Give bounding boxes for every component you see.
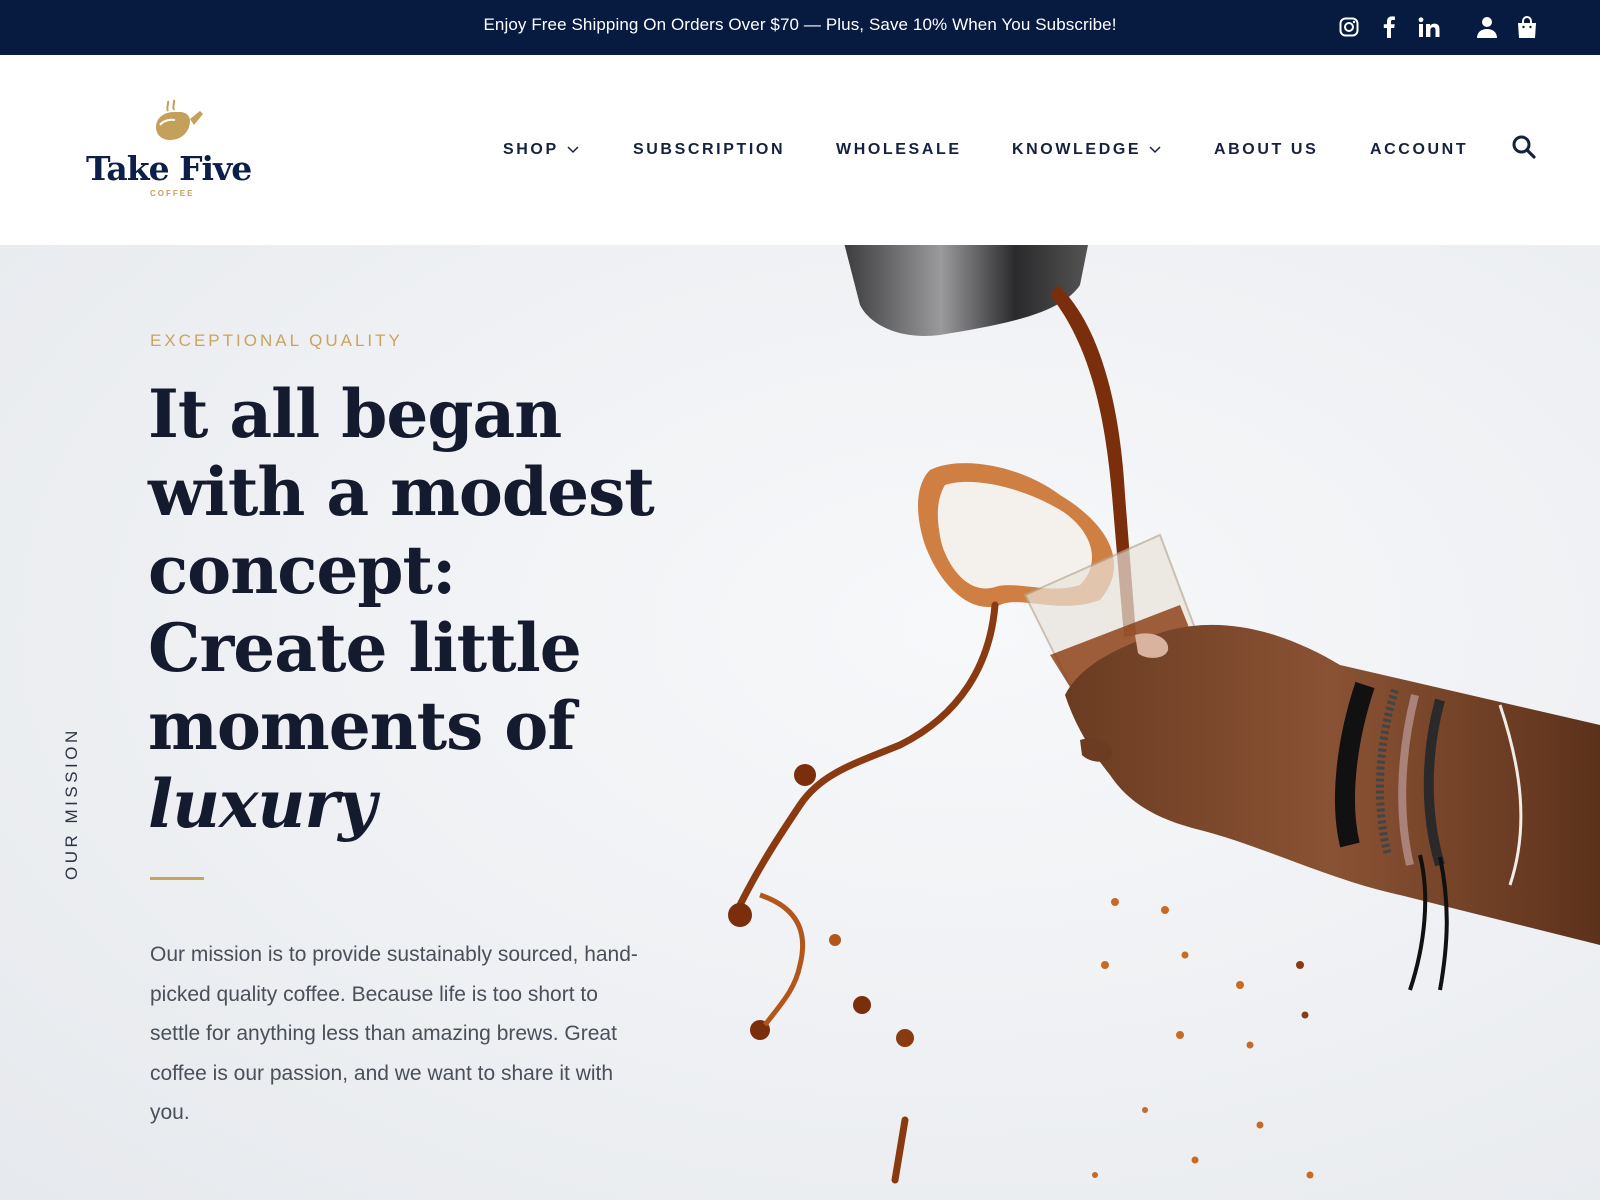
headline-line: with a modest [148, 453, 655, 531]
nav-wholesale[interactable]: WHOLESALE [836, 141, 962, 159]
site-header: Take Five COFFEE SHOP SUBSCRIPTION WHOLE… [0, 55, 1600, 245]
nav-knowledge-label: KNOWLEDGE [1012, 141, 1142, 158]
nav-shop-label: SHOP [503, 141, 559, 158]
account-icon[interactable] [1474, 14, 1500, 40]
nav-account-label: ACCOUNT [1370, 141, 1469, 158]
chevron-down-icon [1149, 146, 1161, 154]
nav-shop[interactable]: SHOP [503, 141, 579, 159]
headline-line: Create little [148, 609, 582, 687]
hero-section: EXCEPTIONAL QUALITY It all began with a … [0, 245, 1600, 1200]
chevron-down-icon [567, 146, 579, 154]
utility-icons [1336, 14, 1540, 40]
instagram-icon[interactable] [1336, 14, 1362, 40]
search-icon[interactable] [1512, 135, 1536, 164]
headline-italic-word: luxury [148, 765, 377, 843]
linkedin-icon[interactable] [1416, 14, 1442, 40]
nav-subscription-label: SUBSCRIPTION [633, 141, 786, 158]
hero-eyebrow: EXCEPTIONAL QUALITY [150, 331, 403, 350]
nav-about-us-label: ABOUT US [1214, 141, 1319, 158]
nav-account[interactable]: ACCOUNT [1370, 141, 1468, 159]
main-nav: SHOP SUBSCRIPTION WHOLESALE KNOWLEDGE AB… [0, 141, 1600, 171]
cart-icon[interactable] [1514, 14, 1540, 40]
headline-line: It all began [148, 375, 562, 453]
nav-about-us[interactable]: ABOUT US [1214, 141, 1318, 159]
nav-subscription[interactable]: SUBSCRIPTION [633, 141, 785, 159]
headline-line: concept: [148, 531, 456, 609]
hero-headline: It all began with a modest concept: Crea… [148, 375, 708, 843]
announcement-bar: Enjoy Free Shipping On Orders Over $70 —… [0, 0, 1600, 55]
headline-line: moments of [148, 687, 576, 765]
mission-text: Our mission is to provide sustainably so… [150, 943, 638, 1124]
nav-knowledge[interactable]: KNOWLEDGE [1012, 141, 1161, 159]
gold-divider [150, 877, 204, 880]
nav-wholesale-label: WHOLESALE [836, 141, 962, 158]
facebook-icon[interactable] [1376, 14, 1402, 40]
side-label-our-mission: OUR MISSION [62, 727, 81, 880]
brand-sub: COFFEE [150, 189, 195, 198]
